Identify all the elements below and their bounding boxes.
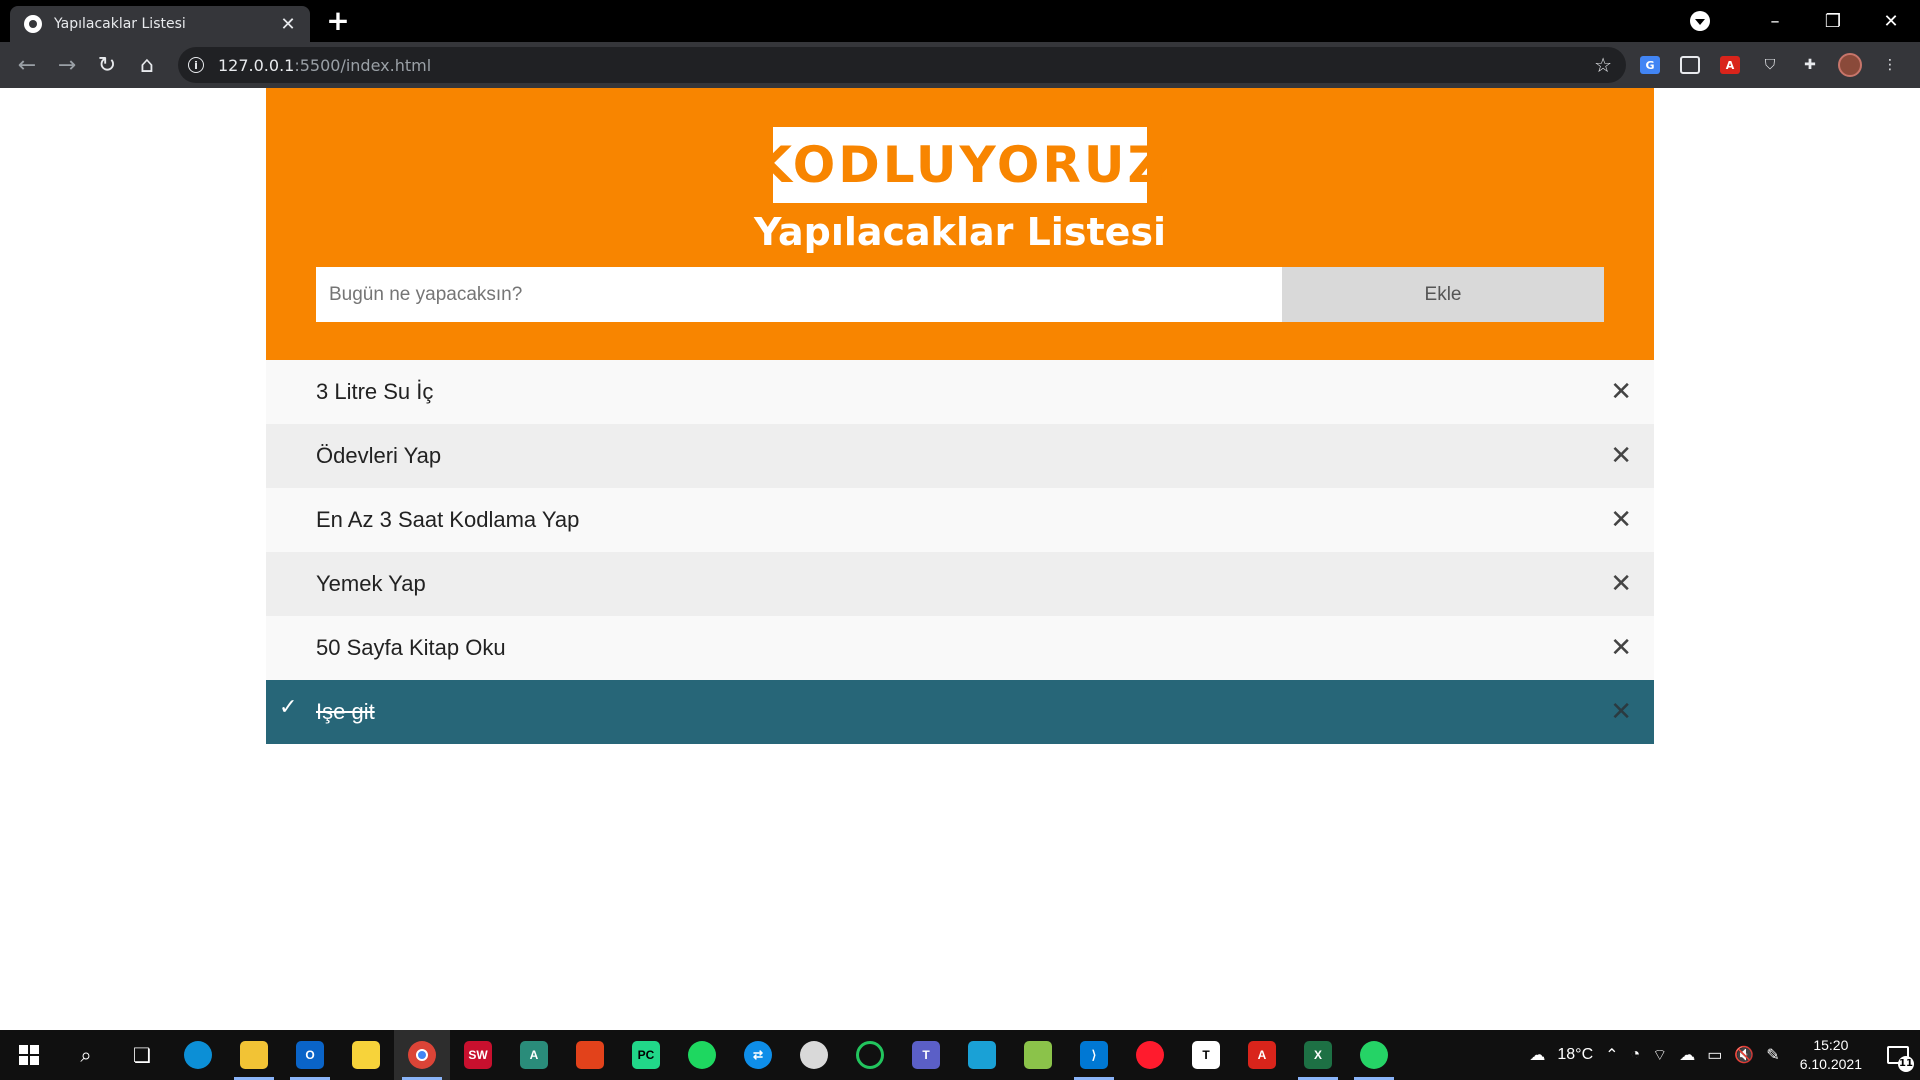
excel-icon[interactable]: X [1290, 1030, 1346, 1080]
tab-search-icon[interactable] [1690, 11, 1710, 31]
list-item[interactable]: 50 Sayfa Kitap Oku ✕ [266, 616, 1654, 680]
home-icon[interactable]: ⌂ [127, 45, 167, 85]
window-controls: – ❐ ✕ [1690, 0, 1920, 42]
menu-kebab-icon[interactable]: ⋮ [1870, 45, 1910, 85]
forward-icon[interactable]: → [47, 45, 87, 85]
weather-temperature[interactable]: 18°C [1551, 1046, 1599, 1064]
altium-icon[interactable]: A [506, 1030, 562, 1080]
windows-logo-icon [19, 1045, 39, 1065]
list-item-text: 3 Litre Su İç [316, 379, 434, 404]
notification-badge: 11 [1898, 1056, 1914, 1072]
pycharm-icon[interactable]: PC [618, 1030, 674, 1080]
typora-icon[interactable]: T [1178, 1030, 1234, 1080]
list-item-text: Yemek Yap [316, 571, 426, 596]
restore-button[interactable]: ❐ [1804, 0, 1862, 42]
solidworks-icon[interactable]: SW [450, 1030, 506, 1080]
list-item-text: En Az 3 Saat Kodlama Yap [316, 507, 580, 532]
system-tray: ☁ 18°C ⌃ ◔ ⌔ ☁ ▭ 🔇 ✎ 15:20 6.10.2021 11 [1523, 1030, 1920, 1080]
acrobat-icon[interactable]: A [1234, 1030, 1290, 1080]
start-button[interactable] [0, 1030, 58, 1080]
todo-app: KODLUYORUZ Yapılacaklar Listesi Ekle 3 L… [266, 88, 1654, 744]
network-icon[interactable]: ◔ [1625, 1046, 1647, 1064]
url-host: 127.0.0.1 [218, 55, 295, 75]
photos-icon[interactable] [954, 1030, 1010, 1080]
minimize-button[interactable]: – [1746, 0, 1804, 42]
browser-tab[interactable]: Yapılacaklar Listesi ✕ [10, 6, 310, 42]
shield-extension-icon[interactable]: ⛉ [1750, 45, 1790, 85]
close-icon[interactable]: ✕ [1610, 633, 1632, 661]
whatsapp-icon[interactable] [1346, 1030, 1402, 1080]
list-item[interactable]: 3 Litre Su İç ✕ [266, 360, 1654, 424]
clock[interactable]: 15:20 6.10.2021 [1786, 1036, 1876, 1074]
close-icon[interactable]: ✕ [1610, 441, 1632, 469]
extensions-area: G A ⛉ ✚ ⋮ [1630, 42, 1910, 88]
acrobat-extension-icon[interactable]: A [1710, 45, 1750, 85]
bookmark-star-icon[interactable]: ☆ [1594, 53, 1612, 77]
list-item[interactable]: Ödevleri Yap ✕ [266, 424, 1654, 488]
pen-icon[interactable]: ✎ [1760, 1045, 1785, 1065]
opera-icon[interactable] [1122, 1030, 1178, 1080]
chrome-icon[interactable] [394, 1030, 450, 1080]
search-icon[interactable]: ⌕ [58, 1030, 114, 1080]
close-icon[interactable]: ✕ [1610, 377, 1632, 405]
page-title: Yapılacaklar Listesi [753, 210, 1167, 254]
task-input[interactable] [316, 267, 1282, 322]
list-item-text: 50 Sayfa Kitap Oku [316, 635, 506, 660]
outlook-icon[interactable]: O [282, 1030, 338, 1080]
windows-taskbar: ⌕ ❏ O SW A PC ⇄ T ⟩ T A X ☁ 18°C ⌃ ◔ ⌔ ☁… [0, 1030, 1920, 1080]
reload-icon[interactable]: ↻ [87, 45, 127, 85]
spotify-icon[interactable] [674, 1030, 730, 1080]
url-path: :5500/index.html [294, 55, 432, 75]
close-icon[interactable]: ✕ [1610, 505, 1632, 533]
edge-icon[interactable] [170, 1030, 226, 1080]
tab-title: Yapılacaklar Listesi [54, 16, 186, 32]
list-item[interactable]: Yemek Yap ✕ [266, 552, 1654, 616]
profile-avatar[interactable] [1830, 45, 1870, 85]
notepadpp-icon[interactable] [1010, 1030, 1066, 1080]
browser-tab-bar: Yapılacaklar Listesi ✕ + – ❐ ✕ [0, 0, 1920, 42]
sticky-notes-icon[interactable] [338, 1030, 394, 1080]
puzzle-extensions-icon[interactable]: ✚ [1790, 45, 1830, 85]
add-task-form: Ekle [316, 267, 1604, 322]
clock-date: 6.10.2021 [1799, 1056, 1862, 1072]
globe-icon [24, 15, 42, 33]
todo-list: 3 Litre Su İç ✕ Ödevleri Yap ✕ En Az 3 S… [266, 360, 1654, 744]
battery-icon[interactable]: ▭ [1701, 1045, 1728, 1065]
task-view-icon[interactable]: ❏ [114, 1030, 170, 1080]
close-tab-icon[interactable]: ✕ [278, 14, 298, 35]
vscode-icon[interactable]: ⟩ [1066, 1030, 1122, 1080]
reader-extension-icon[interactable] [1670, 45, 1710, 85]
chevron-up-icon[interactable]: ⌃ [1599, 1045, 1624, 1065]
close-icon[interactable]: ✕ [1610, 697, 1632, 725]
file-explorer-icon[interactable] [226, 1030, 282, 1080]
office-icon[interactable] [562, 1030, 618, 1080]
list-item-text: Ödevleri Yap [316, 443, 442, 468]
site-info-icon[interactable]: i [188, 57, 204, 73]
teams-icon[interactable]: T [898, 1030, 954, 1080]
url-text: 127.0.0.1:5500/index.html [218, 56, 431, 75]
teamviewer-icon[interactable]: ⇄ [730, 1030, 786, 1080]
weather-cloud-icon[interactable]: ☁ [1523, 1045, 1551, 1065]
add-button[interactable]: Ekle [1282, 267, 1604, 322]
todo-header: KODLUYORUZ Yapılacaklar Listesi Ekle [266, 88, 1654, 360]
clock-time: 15:20 [1813, 1037, 1849, 1053]
paint-icon[interactable] [786, 1030, 842, 1080]
wifi-icon[interactable]: ⌔ [1646, 1045, 1673, 1065]
close-window-button[interactable]: ✕ [1862, 0, 1920, 42]
notification-center-icon[interactable]: 11 [1876, 1030, 1920, 1080]
translate-extension-icon[interactable]: G [1630, 45, 1670, 85]
refresh-app-icon[interactable] [842, 1030, 898, 1080]
onedrive-icon[interactable]: ☁ [1673, 1045, 1701, 1065]
close-icon[interactable]: ✕ [1610, 569, 1632, 597]
back-icon[interactable]: ← [7, 45, 47, 85]
list-item-checked[interactable]: ✓ Işe git ✕ [266, 680, 1654, 744]
address-bar[interactable]: i 127.0.0.1:5500/index.html ☆ [178, 47, 1626, 83]
new-tab-button[interactable]: + [324, 6, 352, 36]
browser-toolbar: ← → ↻ ⌂ i 127.0.0.1:5500/index.html ☆ G … [0, 42, 1920, 88]
list-item[interactable]: En Az 3 Saat Kodlama Yap ✕ [266, 488, 1654, 552]
volume-muted-icon[interactable]: 🔇 [1728, 1045, 1760, 1065]
kodluyoruz-logo: KODLUYORUZ [753, 127, 1164, 203]
checkmark-icon: ✓ [279, 694, 298, 719]
list-item-text: Işe git [316, 699, 375, 724]
